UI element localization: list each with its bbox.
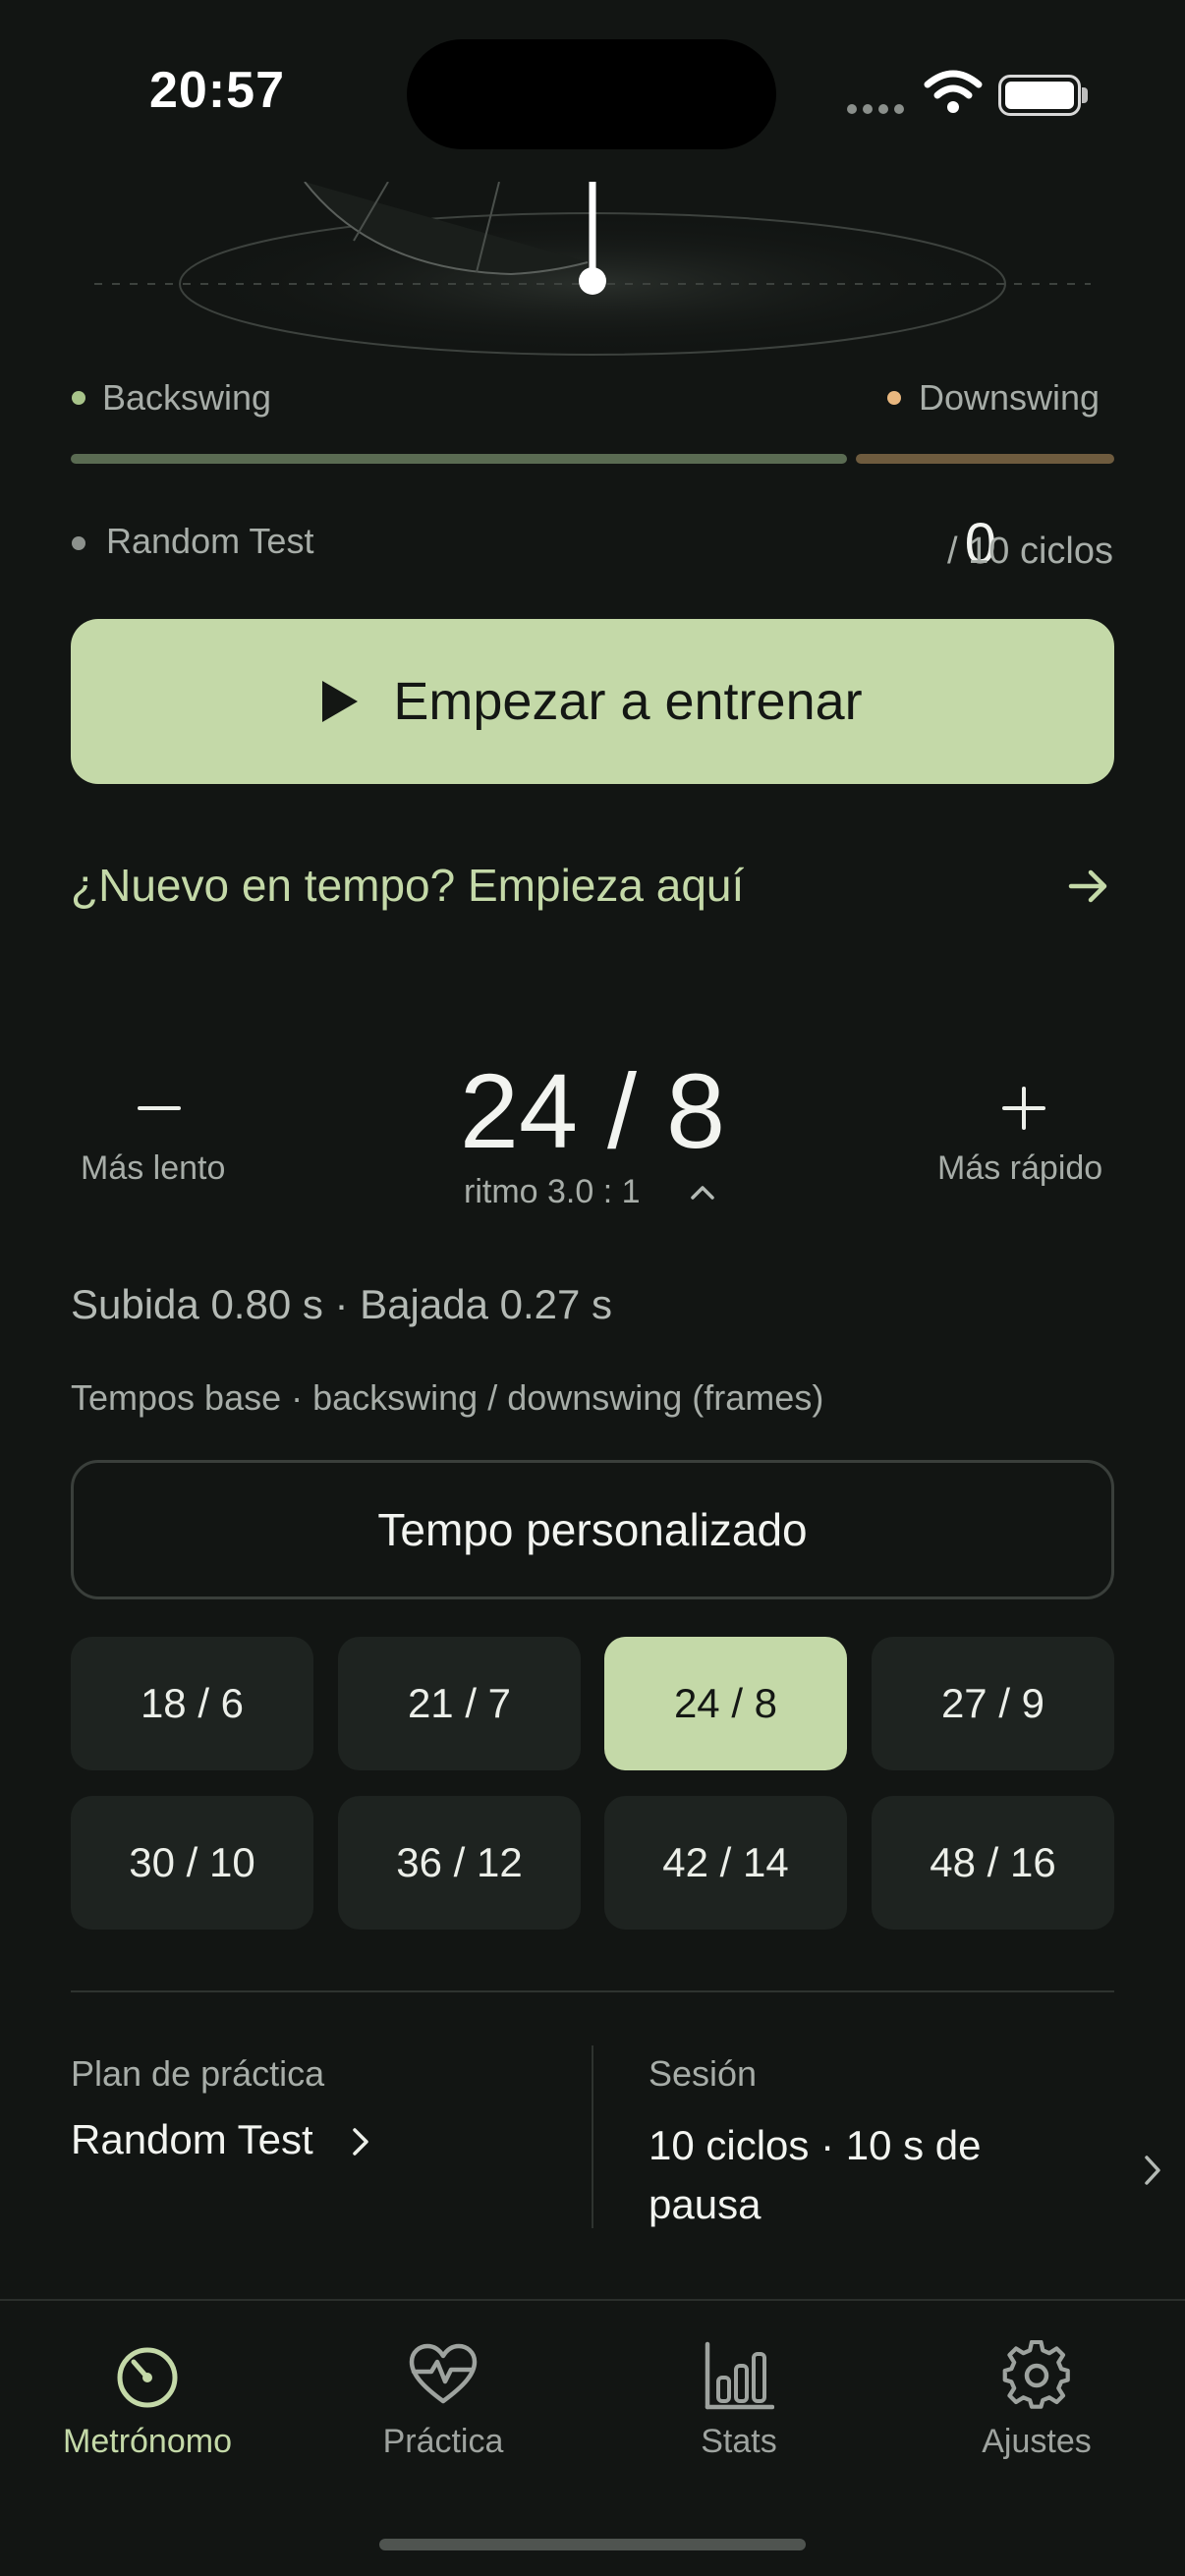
plan-caption: Plan de práctica [71,2053,325,2094]
chevron-right-icon[interactable] [350,2126,371,2157]
intro-link[interactable]: ¿Nuevo en tempo? Empieza aquí [71,859,744,912]
wifi-icon [924,70,983,113]
slower-button-label[interactable]: Más lento [81,1149,225,1188]
tab-label: Práctica [382,2423,504,2460]
dynamic-island [407,39,776,149]
chevron-up-icon[interactable] [690,1183,715,1201]
tab-label: Metrónomo [63,2423,232,2460]
swing-visualization [94,182,1091,356]
plan-value[interactable]: Random Test [71,2116,313,2163]
battery-cap [1082,87,1088,103]
bar-chart-icon [705,2341,774,2410]
faster-button-label[interactable]: Más rápido [937,1149,1102,1188]
start-training-button[interactable]: Empezar a entrenar [71,619,1114,784]
arrow-right-icon[interactable] [1067,865,1110,908]
metronome-icon [117,2347,178,2408]
plan-name-label: Random Test [106,521,314,561]
plus-icon-vertical[interactable] [1022,1087,1026,1130]
downswing-legend-label: Downswing [919,377,1100,418]
start-training-label: Empezar a entrenar [393,672,863,731]
tab-label: Stats [701,2423,777,2460]
session-value[interactable]: 10 ciclos · 10 s de pausa [649,2116,1042,2234]
downswing-legend-dot [887,391,901,405]
section-divider [71,1990,1114,1992]
session-caption: Sesión [649,2053,758,2094]
current-tempo: 24 / 8 [459,1051,726,1170]
plan-status-dot [72,536,85,550]
tempo-ratio[interactable]: ritmo 3.0 : 1 [464,1173,641,1211]
tempo-chip[interactable]: 30 / 10 [71,1796,313,1930]
tempo-chip[interactable]: 48 / 16 [872,1796,1114,1930]
home-indicator[interactable] [379,2539,806,2550]
play-icon [322,681,359,722]
tempo-chip-selected[interactable]: 24 / 8 [604,1637,847,1770]
tempo-chip[interactable]: 27 / 9 [872,1637,1114,1770]
custom-tempo-button[interactable]: Tempo personalizado [71,1460,1114,1599]
backswing-legend-label: Backswing [102,377,272,418]
vertical-divider [592,2045,593,2228]
status-time: 20:57 [149,62,285,119]
tab-bar: Metrónomo Práctica Stats Ajustes [0,2299,1185,2576]
tempo-chip[interactable]: 21 / 7 [338,1637,581,1770]
tab-practice[interactable]: Práctica [306,2340,581,2461]
tempo-chip[interactable]: 18 / 6 [71,1637,313,1770]
backswing-bar [71,454,847,464]
minus-icon[interactable] [138,1106,181,1110]
battery-icon [998,75,1081,116]
heart-pulse-icon [409,2343,478,2404]
timing-summary: Subida 0.80 s · Bajada 0.27 s [71,1281,613,1327]
tempo-chip[interactable]: 42 / 14 [604,1796,847,1930]
downswing-bar [856,454,1114,464]
tab-stats[interactable]: Stats [601,2340,876,2461]
gear-icon [1002,2340,1070,2409]
base-tempos-label: Tempos base · backswing / downswing (fra… [71,1377,824,1418]
backswing-legend-dot [72,391,85,405]
tab-settings[interactable]: Ajustes [899,2340,1174,2461]
cycles-total-label: / 10 ciclos [947,531,1113,572]
tab-metronome[interactable]: Metrónomo [10,2340,285,2461]
tempo-chip[interactable]: 36 / 12 [338,1796,581,1930]
tab-label: Ajustes [982,2423,1092,2460]
chevron-right-icon[interactable] [1142,2154,1163,2187]
